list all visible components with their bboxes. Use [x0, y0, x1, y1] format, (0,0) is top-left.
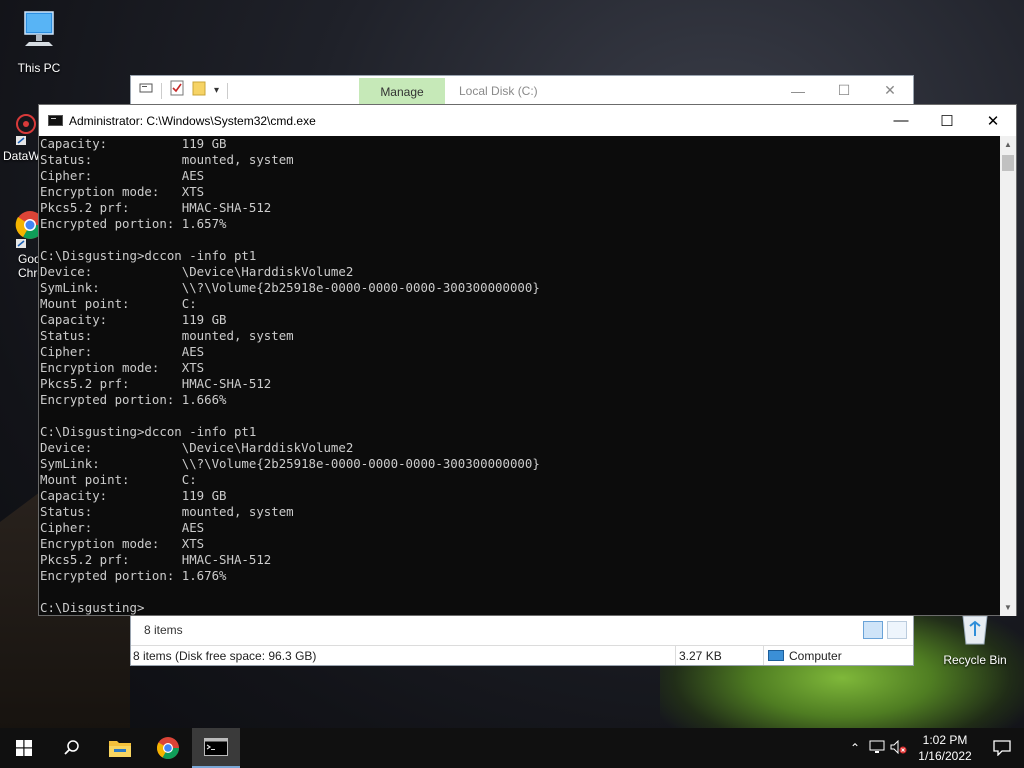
items-count: 8 items [144, 623, 183, 637]
cmd-line: Mount point: C: [40, 296, 197, 311]
cmd-line: Device: \Device\HarddiskVolume2 [40, 440, 354, 455]
clock-time: 1:02 PM [922, 733, 968, 747]
cmd-line: C:\Disgusting> [40, 600, 145, 615]
view-toggle [863, 621, 907, 639]
large-icons-view-button[interactable] [887, 621, 907, 639]
desktop-icon-dataw[interactable]: DataW [0, 112, 40, 163]
desktop-icon-this-pc[interactable]: This PC [10, 10, 68, 75]
separator [227, 82, 229, 99]
cmd-line: Mount point: C: [40, 472, 197, 487]
action-center-button[interactable] [980, 740, 1024, 756]
cmd-line: Pkcs5.2 prf: HMAC-SHA-512 [40, 200, 272, 215]
desktop-icon-recycle-bin[interactable]: Recycle Bin [940, 612, 1010, 667]
folder-icon [109, 741, 131, 757]
cmd-line: Status: mounted, system [40, 504, 294, 519]
taskbar-chrome[interactable] [144, 728, 192, 768]
cmd-title: Administrator: C:\Windows\System32\cmd.e… [69, 113, 316, 128]
status-free-space: 8 items (Disk free space: 96.3 GB) [131, 646, 676, 665]
cmd-line: Status: mounted, system [40, 152, 294, 167]
cmd-line: Encryption mode: XTS [40, 536, 205, 551]
status-location: Computer [764, 646, 913, 665]
monitor-icon [10, 10, 68, 57]
search-button[interactable] [48, 728, 96, 768]
cmd-line: Encrypted portion: 1.676% [40, 568, 227, 583]
properties-icon[interactable] [139, 81, 153, 100]
scroll-thumb[interactable] [1002, 155, 1014, 171]
cmd-titlebar[interactable]: Administrator: C:\Windows\System32\cmd.e… [39, 105, 1016, 136]
chrome-icon [157, 737, 179, 759]
clock-date: 1/16/2022 [918, 749, 972, 763]
cmd-line: Pkcs5.2 prf: HMAC-SHA-512 [40, 552, 272, 567]
tab-manage[interactable]: Manage [359, 77, 445, 106]
close-button[interactable]: ✕ [970, 105, 1016, 136]
console-icon [48, 115, 63, 126]
maximize-button[interactable]: ☐ [821, 82, 867, 99]
search-icon [64, 740, 79, 755]
cmd-window[interactable]: Administrator: C:\Windows\System32\cmd.e… [38, 104, 1017, 616]
start-button[interactable] [0, 728, 48, 768]
cmd-line [40, 408, 1001, 424]
checklist-icon[interactable] [170, 80, 184, 101]
cmd-line: Capacity: 119 GB [40, 488, 227, 503]
cmd-line: Encryption mode: XTS [40, 360, 205, 375]
scroll-down-icon[interactable]: ▼ [1000, 599, 1016, 616]
desktop-icon-label: DataW [3, 149, 40, 163]
window-title: Local Disk (C:) [459, 83, 538, 98]
status-size: 3.27 KB [676, 646, 764, 665]
console-icon [204, 738, 228, 756]
cmd-line: Device: \Device\HarddiskVolume2 [40, 264, 354, 279]
cmd-line [40, 584, 1001, 600]
chrome-icon [14, 207, 44, 258]
windows-icon [16, 740, 32, 756]
desktop-icon-chrome[interactable]: Goo Chro [0, 207, 44, 280]
desktop-icon-label: This PC [17, 61, 61, 75]
cmd-output[interactable]: Capacity: 119 GB Status: mounted, system C… [39, 136, 1001, 616]
chevron-up-icon[interactable]: ⌃ [844, 741, 866, 755]
status-bar: 8 items (Disk free space: 96.3 GB) 3.27 … [131, 645, 913, 665]
cmd-line [40, 232, 1001, 248]
cmd-line: Capacity: 119 GB [40, 136, 227, 151]
network-icon[interactable] [866, 740, 888, 757]
close-button[interactable]: ✕ [867, 82, 913, 99]
cmd-line: C:\Disgusting>dccon -info pt1 [40, 248, 257, 263]
details-view-button[interactable] [863, 621, 883, 639]
vertical-scrollbar[interactable]: ▲ ▼ [1000, 136, 1016, 616]
chevron-down-icon[interactable]: ▾ [214, 85, 219, 96]
cmd-line: C:\Disgusting>dccon -info pt1 [40, 424, 257, 439]
notification-icon [993, 740, 1011, 756]
cmd-line: Encryption mode: XTS [40, 184, 205, 199]
cmd-line: Cipher: AES [40, 344, 205, 359]
cmd-line: Pkcs5.2 prf: HMAC-SHA-512 [40, 376, 272, 391]
cmd-line: SymLink: \\?\Volume{2b25918e-0000-0000-0… [40, 456, 540, 471]
maximize-button[interactable]: ☐ [924, 105, 970, 136]
app-icon [14, 112, 38, 149]
taskbar: ⌃ 1:02 PM 1/16/2022 [0, 728, 1024, 768]
system-tray: ⌃ 1:02 PM 1/16/2022 [844, 728, 1024, 768]
desktop-icon-label: Recycle Bin [943, 653, 1007, 667]
clock[interactable]: 1:02 PM 1/16/2022 [910, 732, 980, 764]
cmd-line: Encrypted portion: 1.657% [40, 216, 227, 231]
taskbar-cmd[interactable] [192, 728, 240, 768]
minimize-button[interactable]: — [775, 83, 821, 99]
cmd-line: Encrypted portion: 1.666% [40, 392, 227, 407]
computer-icon [768, 650, 784, 661]
cmd-line: Cipher: AES [40, 520, 205, 535]
explorer-titlebar[interactable]: ▾ Manage Local Disk (C:) — ☐ ✕ [131, 76, 913, 106]
volume-muted-icon[interactable] [888, 739, 910, 757]
quick-access-toolbar: ▾ [131, 76, 359, 106]
cmd-line: Cipher: AES [40, 168, 205, 183]
cmd-line: SymLink: \\?\Volume{2b25918e-0000-0000-0… [40, 280, 540, 295]
minimize-button[interactable]: — [878, 105, 924, 136]
status-location-label: Computer [789, 648, 842, 663]
taskbar-file-explorer[interactable] [96, 728, 144, 768]
folder-icon[interactable] [192, 80, 206, 101]
separator [161, 82, 162, 99]
scroll-up-icon[interactable]: ▲ [1000, 136, 1016, 153]
cmd-line: Status: mounted, system [40, 328, 294, 343]
items-count-bar: 8 items [131, 619, 913, 641]
recycle-bin-icon [940, 612, 1010, 649]
cmd-line: Capacity: 119 GB [40, 312, 227, 327]
